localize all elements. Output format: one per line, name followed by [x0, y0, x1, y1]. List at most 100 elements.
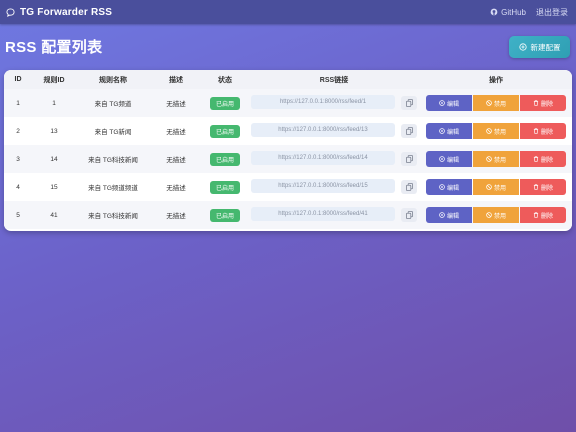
copy-icon: [405, 211, 413, 219]
cell-rule-name: 来自 TG科技新闻: [88, 213, 138, 220]
copy-link-button[interactable]: [401, 124, 417, 138]
edit-icon: [439, 156, 445, 162]
edit-label: 编辑: [446, 185, 459, 192]
delete-button[interactable]: 删除: [520, 179, 566, 195]
trash-icon: [533, 184, 539, 190]
edit-button[interactable]: 编辑: [426, 123, 472, 139]
disable-button[interactable]: 禁用: [473, 207, 519, 223]
edit-label: 编辑: [446, 101, 459, 108]
edit-button[interactable]: 编辑: [426, 151, 472, 167]
trash-icon: [533, 156, 539, 162]
cell-status: 已启用: [202, 173, 248, 201]
delete-button[interactable]: 删除: [520, 151, 566, 167]
status-badge: 已启用: [209, 152, 240, 166]
ban-icon: [486, 128, 492, 134]
copy-icon: [405, 183, 413, 191]
cell-status: 已启用: [202, 201, 248, 229]
header-id: ID: [14, 76, 22, 83]
cell-description: 无描述: [166, 129, 186, 136]
cell-actions: 编辑 禁用 删除: [420, 173, 572, 201]
disable-label: 禁用: [493, 213, 506, 220]
copy-icon: [405, 99, 413, 107]
github-link[interactable]: GitHub: [490, 8, 526, 17]
status-badge: 已启用: [209, 96, 240, 110]
copy-link-button[interactable]: [401, 180, 417, 194]
copy-link-button[interactable]: [401, 152, 417, 166]
top-navbar: TG Forwarder RSS GitHub 退出登录: [0, 0, 576, 24]
status-badge: 已启用: [209, 180, 240, 194]
cell-actions: 编辑 禁用 删除: [420, 117, 572, 145]
cell-id: 2: [16, 127, 20, 135]
disable-button[interactable]: 禁用: [473, 95, 519, 111]
disable-button[interactable]: 禁用: [473, 179, 519, 195]
rss-link-field[interactable]: https://127.0.0.1:8000/rss/feed/14: [251, 151, 395, 165]
rss-config-table-card: ID 规则ID 规则名称 描述 状态 RSS链接 操作 1 1 来自 TG频道 …: [4, 70, 572, 231]
delete-label: 删除: [540, 157, 553, 164]
rss-link-field[interactable]: https://127.0.0.1:8000/rss/feed/41: [251, 207, 395, 221]
chat-bubble-icon: [6, 7, 15, 17]
rss-config-table: ID 规则ID 规则名称 描述 状态 RSS链接 操作 1 1 来自 TG频道 …: [4, 70, 572, 229]
delete-label: 删除: [540, 213, 553, 220]
cell-id: 3: [16, 155, 20, 163]
page-title: RSS 配置列表: [5, 39, 103, 56]
cell-description: 无描述: [166, 101, 186, 108]
new-config-label: 新建配置: [530, 42, 561, 52]
cell-rss-link: https://127.0.0.1:8000/rss/feed/13: [248, 117, 398, 145]
cell-rule-name: 来自 TG科技新闻: [88, 157, 138, 164]
cell-copy: [398, 145, 420, 173]
cell-description: 无描述: [166, 185, 186, 192]
cell-rule-name: 来自 TG频道频道: [88, 185, 138, 192]
ban-icon: [486, 156, 492, 162]
table-row: 4 15 来自 TG频道频道 无描述 已启用 https://127.0.0.1…: [4, 173, 572, 201]
github-icon: [490, 8, 498, 16]
status-badge: 已启用: [209, 124, 240, 138]
cell-actions: 编辑 禁用 删除: [420, 201, 572, 229]
cell-rule-id: 1: [52, 99, 56, 107]
disable-label: 禁用: [493, 101, 506, 108]
rss-link-field[interactable]: https://127.0.0.1:8000/rss/feed/1: [251, 95, 395, 109]
cell-copy: [398, 117, 420, 145]
disable-button[interactable]: 禁用: [473, 123, 519, 139]
cell-rss-link: https://127.0.0.1:8000/rss/feed/41: [248, 201, 398, 229]
edit-button[interactable]: 编辑: [426, 95, 472, 111]
edit-button[interactable]: 编辑: [426, 179, 472, 195]
delete-button[interactable]: 删除: [520, 95, 566, 111]
cell-actions: 编辑 禁用 删除: [420, 89, 572, 117]
trash-icon: [533, 128, 539, 134]
cell-copy: [398, 201, 420, 229]
cell-id: 5: [16, 211, 20, 219]
delete-button[interactable]: 删除: [520, 207, 566, 223]
header-rule-id: 规则ID: [43, 76, 65, 84]
copy-link-button[interactable]: [401, 96, 417, 110]
edit-label: 编辑: [446, 213, 459, 220]
cell-id: 1: [16, 99, 20, 107]
edit-button[interactable]: 编辑: [426, 207, 472, 223]
cell-status: 已启用: [202, 145, 248, 173]
rss-link-field[interactable]: https://127.0.0.1:8000/rss/feed/13: [251, 123, 395, 137]
status-badge: 已启用: [209, 208, 240, 222]
cell-rss-link: https://127.0.0.1:8000/rss/feed/14: [248, 145, 398, 173]
cell-rule-id: 41: [50, 211, 58, 219]
disable-button[interactable]: 禁用: [473, 151, 519, 167]
edit-icon: [439, 184, 445, 190]
cell-rule-name: 来自 TG新闻: [94, 129, 132, 136]
github-label: GitHub: [501, 7, 526, 17]
table-header-row: ID 规则ID 规则名称 描述 状态 RSS链接 操作: [4, 70, 572, 89]
new-config-button[interactable]: 新建配置: [509, 36, 570, 58]
rss-link-field[interactable]: https://127.0.0.1:8000/rss/feed/15: [251, 179, 395, 193]
table-row: 3 14 来自 TG科技新闻 无描述 已启用 https://127.0.0.1…: [4, 145, 572, 173]
copy-icon: [405, 127, 413, 135]
delete-button[interactable]: 删除: [520, 123, 566, 139]
cell-rule-name: 来自 TG频道: [94, 101, 132, 108]
delete-label: 删除: [540, 101, 553, 108]
edit-icon: [439, 100, 445, 106]
cell-copy: [398, 89, 420, 117]
logout-link[interactable]: 退出登录: [536, 7, 568, 18]
header-rss-link: RSS链接: [319, 76, 349, 84]
brand[interactable]: TG Forwarder RSS: [6, 7, 112, 18]
cell-copy: [398, 173, 420, 201]
edit-label: 编辑: [446, 129, 459, 136]
copy-link-button[interactable]: [401, 208, 417, 222]
plus-circle-icon: [518, 43, 527, 51]
table-row: 5 41 来自 TG科技新闻 无描述 已启用 https://127.0.0.1…: [4, 201, 572, 229]
